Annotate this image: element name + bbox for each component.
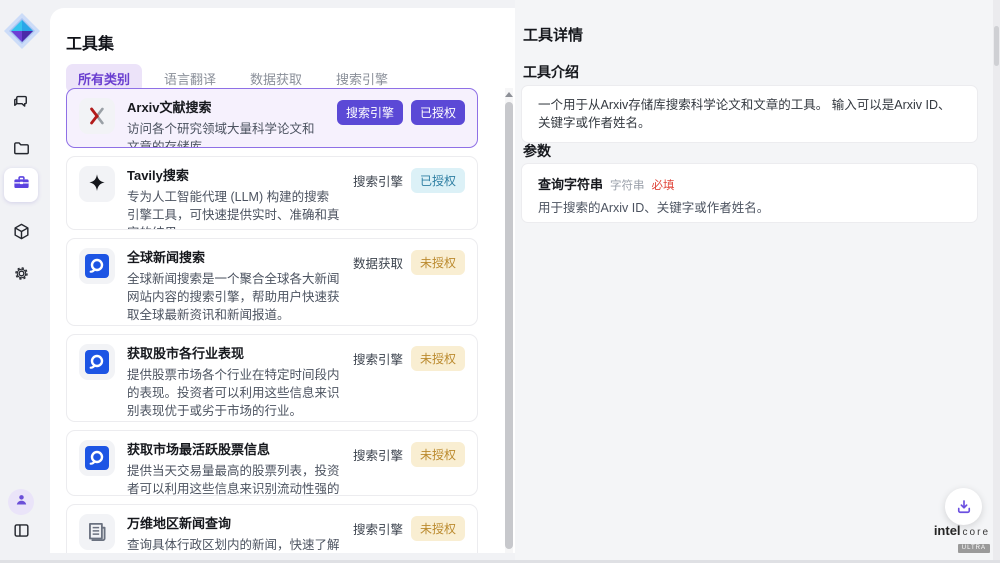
sidebar-item-chat[interactable] — [4, 88, 38, 122]
tool-name: 全球新闻搜索 — [127, 248, 341, 267]
tool-category-label: 搜索引擎 — [353, 519, 403, 538]
tool-name: Tavily搜索 — [127, 166, 341, 185]
sidebar-collapse-button[interactable] — [4, 516, 38, 550]
tool-status-badge: 已授权 — [411, 168, 465, 193]
sidebar-item-cube[interactable] — [4, 217, 38, 251]
brand-core-text: core — [963, 527, 990, 539]
tool-status-badge: 未授权 — [411, 442, 465, 467]
tool-status-badge: 未授权 — [411, 346, 465, 371]
param-name: 查询字符串 — [538, 174, 603, 193]
tool-card[interactable]: Arxiv文献搜索 访问各个研究领域大量科学论文和文章的存储库。 搜索引擎 搜索… — [66, 88, 478, 148]
param-required-flag: 必填 — [652, 177, 675, 193]
user-avatar-icon — [14, 492, 29, 512]
tool-name: 获取股市各行业表现 — [127, 344, 341, 363]
intel-core-logo: intel core ULTRA — [924, 525, 990, 553]
blue-search-icon — [79, 248, 115, 284]
download-button[interactable] — [945, 488, 982, 525]
sidebar-item-gear[interactable] — [4, 259, 38, 293]
tool-description: 访问各个研究领域大量科学论文和文章的存储库。 — [127, 120, 325, 148]
page-scrollbar-thumb[interactable] — [994, 26, 999, 66]
brand-intel-text: intel — [934, 525, 961, 537]
param-card: 查询字符串 字符串 必填 用于搜索的Arxiv ID、关键字或作者姓名。 — [521, 163, 978, 223]
tool-card[interactable]: 全球新闻搜索 全球新闻搜索是一个聚合全球各大新闻网站内容的搜索引擎，帮助用户快速… — [66, 238, 478, 326]
toolbox-icon — [12, 173, 31, 197]
page-title: 工具集 — [66, 30, 114, 54]
chat-icon — [12, 93, 31, 117]
tool-description: 专为人工智能代理 (LLM) 构建的搜索引擎工具，可快速提供实时、准确和真实的结… — [127, 188, 341, 230]
tool-category-label: 搜索引擎 — [353, 349, 403, 368]
tool-list: Arxiv文献搜索 访问各个研究领域大量科学论文和文章的存储库。 搜索引擎 搜索… — [66, 88, 478, 553]
tool-detail-panel: 工具详情 工具介绍 一个用于从Arxiv存储库搜索科学论文和文章的工具。 输入可… — [515, 0, 1000, 563]
sidebar-item-folder[interactable] — [4, 134, 38, 168]
scroll-up-arrow-icon[interactable] — [505, 92, 513, 97]
tool-card[interactable]: 获取股市各行业表现 提供股票市场各个行业在特定时间段内的表现。投资者可以利用这些… — [66, 334, 478, 422]
download-icon — [955, 498, 973, 516]
tool-category-label: 数据获取 — [353, 253, 403, 272]
tool-card[interactable]: 获取市场最活跃股票信息 提供当天交易量最高的股票列表，投资者可以利用这些信息来识… — [66, 430, 478, 496]
tool-description: 提供股票市场各个行业在特定时间段内的表现。投资者可以利用这些信息来识别表现优于或… — [127, 366, 341, 420]
tool-status-badge: 已授权 — [411, 100, 465, 125]
sparkle-icon — [79, 166, 115, 202]
news-icon — [79, 514, 115, 550]
tool-category-label: 搜索引擎 — [353, 445, 403, 464]
app-logo-icon[interactable] — [3, 12, 41, 50]
param-description: 用于搜索的Arxiv ID、关键字或作者姓名。 — [538, 200, 961, 217]
tool-status-badge: 未授权 — [411, 250, 465, 275]
params-heading: 参数 — [523, 141, 551, 161]
tool-category-label: 搜索引擎 — [353, 171, 403, 190]
sidebar-item-toolbox[interactable] — [4, 168, 38, 202]
intro-heading: 工具介绍 — [523, 62, 579, 82]
user-avatar[interactable] — [8, 489, 34, 515]
list-scrollbar-thumb[interactable] — [505, 102, 513, 549]
blue-search-icon — [79, 344, 115, 380]
brand-ultra-badge: ULTRA — [958, 544, 990, 553]
tool-description: 全球新闻搜索是一个聚合全球各大新闻网站内容的搜索引擎，帮助用户快速获取全球最新资… — [127, 270, 341, 324]
list-scrollbar[interactable] — [505, 88, 513, 553]
cube-icon — [12, 222, 31, 246]
tool-name: 获取市场最活跃股票信息 — [127, 440, 341, 459]
tool-category-badge: 搜索引擎 — [337, 100, 403, 125]
tool-card[interactable]: 万维地区新闻查询 查询具体行政区划内的新闻，快速了解各地新闻动 搜索引擎 搜索引… — [66, 504, 478, 553]
tool-description: 查询具体行政区划内的新闻，快速了解各地新闻动 — [127, 536, 341, 553]
tool-name: 万维地区新闻查询 — [127, 514, 341, 533]
folder-icon — [12, 139, 31, 163]
gear-icon — [12, 264, 31, 288]
blue-search-icon — [79, 440, 115, 476]
tool-name: Arxiv文献搜索 — [127, 98, 325, 117]
param-type: 字符串 — [610, 177, 645, 193]
arxiv-icon — [79, 98, 115, 134]
tools-panel: 工具集 所有类别语言翻译数据获取搜索引擎 Arxiv文献搜索 访问各个研究领域大… — [50, 8, 515, 553]
intro-card: 一个用于从Arxiv存储库搜索科学论文和文章的工具。 输入可以是Arxiv ID… — [521, 85, 978, 143]
panel-toggle-icon — [12, 521, 31, 545]
tool-description: 提供当天交易量最高的股票列表，投资者可以利用这些信息来识别流动性强的股票和潜在的… — [127, 462, 341, 496]
tool-status-badge: 未授权 — [411, 516, 465, 541]
detail-title: 工具详情 — [523, 24, 583, 45]
tool-card[interactable]: Tavily搜索 专为人工智能代理 (LLM) 构建的搜索引擎工具，可快速提供实… — [66, 156, 478, 230]
page-scrollbar[interactable] — [993, 0, 1000, 563]
left-sidebar — [0, 0, 50, 563]
